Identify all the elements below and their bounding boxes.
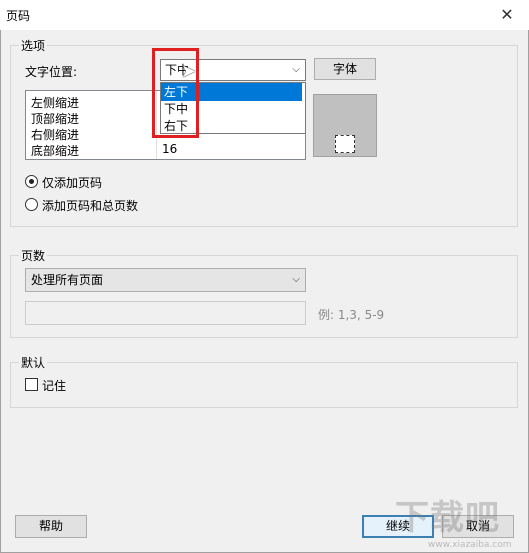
- help-button-label: 帮助: [38, 519, 63, 533]
- position-preview: [313, 94, 377, 157]
- chevron-down-icon: ⌵: [292, 274, 300, 285]
- page-number-mark: [335, 135, 355, 153]
- page-range-input[interactable]: [25, 301, 306, 325]
- defaults-group: [10, 362, 518, 408]
- help-button[interactable]: 帮助: [15, 515, 87, 538]
- options-group-label: 选项: [19, 37, 48, 54]
- page-range-value: 处理所有页面: [31, 273, 104, 287]
- watermark-url: www.xiazaiba.com: [428, 540, 512, 550]
- font-button-label: 字体: [332, 62, 357, 76]
- title-bar: 页码 ✕: [0, 0, 529, 30]
- radio-page-only[interactable]: [25, 175, 38, 188]
- indent-right-label: 右侧缩进: [31, 128, 80, 142]
- watermark-logo: 下载吧: [395, 498, 500, 538]
- mouse-cursor-icon: ➤: [181, 61, 197, 82]
- radio-page-only-label[interactable]: 仅添加页码: [42, 174, 102, 191]
- indent-left-label: 左侧缩进: [31, 96, 80, 110]
- defaults-group-label: 默认: [19, 354, 48, 371]
- chevron-down-icon: ⌵: [292, 64, 300, 75]
- remember-checkbox[interactable]: [25, 378, 38, 391]
- dialog-title: 页码: [6, 9, 31, 23]
- text-position-label: 文字位置:: [25, 65, 78, 79]
- page-range-select[interactable]: 处理所有页面 ⌵: [25, 268, 306, 292]
- remember-label[interactable]: 记住: [42, 377, 66, 394]
- font-button[interactable]: 字体: [314, 58, 376, 80]
- close-icon[interactable]: ✕: [485, 0, 529, 30]
- radio-page-total[interactable]: [25, 198, 38, 211]
- indent-bottom-value[interactable]: 16: [162, 142, 177, 156]
- page-range-hint: 例: 1,3, 5-9: [318, 308, 385, 322]
- radio-selected-dot: [29, 179, 34, 184]
- indent-bottom-label: 底部缩进: [31, 144, 80, 158]
- radio-page-total-label[interactable]: 添加页码和总页数: [42, 197, 138, 214]
- pages-group-label: 页数: [19, 247, 48, 264]
- indent-top-label: 顶部缩进: [31, 112, 80, 126]
